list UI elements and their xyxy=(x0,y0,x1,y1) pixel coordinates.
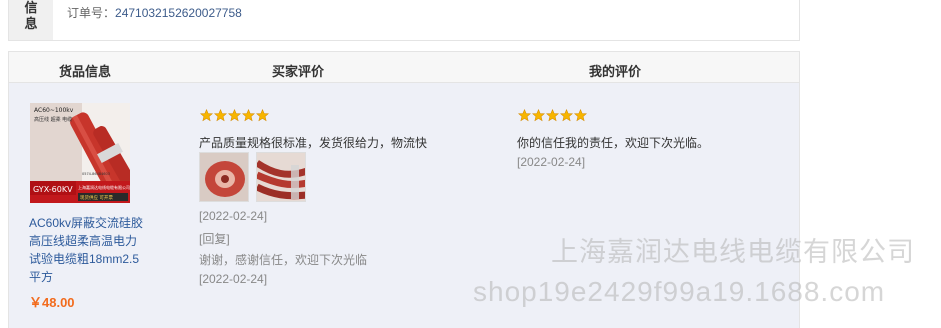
review-table-header: 货品信息 买家评价 我的评价 xyxy=(9,52,799,83)
buyer-review-photo[interactable] xyxy=(199,152,249,202)
star-icon xyxy=(228,109,241,122)
order-info-label: 信 息 xyxy=(9,0,53,40)
order-number-label: 订单号： xyxy=(67,6,116,20)
my-rating-stars xyxy=(518,109,587,122)
thumb-phone: 0574-86484603 xyxy=(82,172,110,176)
star-icon xyxy=(532,109,545,122)
product-price: ￥48.00 xyxy=(29,295,75,310)
star-icon xyxy=(560,109,573,122)
buyer-review-text: 产品质量规格很标准，发货很给力，物流快 xyxy=(199,136,428,150)
star-icon xyxy=(200,109,213,122)
my-review-text: 你的信任我的责任，欢迎下次光临。 xyxy=(517,136,710,150)
reply-button[interactable]: [回复] xyxy=(199,230,230,247)
review-table: 货品信息 买家评价 我的评价 AC60~100kv 高压线 超柔 电缆 0574… xyxy=(8,51,800,328)
order-info-bar: 信 息 订单号：2471032152620027758 xyxy=(8,0,800,41)
buyer-rating-stars xyxy=(200,109,269,122)
my-review-date: [2022-02-24] xyxy=(517,155,586,169)
seller-reply-date: [2022-02-24] xyxy=(199,272,268,286)
header-buyer-review: 买家评价 xyxy=(272,64,325,79)
seller-reply-text: 谢谢，感谢信任，欢迎下次光临 xyxy=(199,253,368,267)
product-thumbnail[interactable]: AC60~100kv 高压线 超柔 电缆 0574-86484603 GYX-6… xyxy=(30,103,130,203)
header-product-info: 货品信息 xyxy=(59,64,112,79)
header-my-review: 我的评价 xyxy=(589,64,642,79)
buyer-review-date: [2022-02-24] xyxy=(199,209,268,223)
thumb-text-top: AC60~100kv xyxy=(34,107,74,114)
order-number: 订单号：2471032152620027758 xyxy=(67,4,242,21)
buyer-review-photo[interactable] xyxy=(256,152,306,202)
order-info-label-line2: 息 xyxy=(24,16,38,31)
star-icon xyxy=(546,109,559,122)
star-icon xyxy=(574,109,587,122)
thumb-text-sub: 高压线 超柔 电缆 xyxy=(34,116,72,123)
order-info-label-line1: 信 xyxy=(24,0,38,15)
thumb-badge: 现货供应 可开票 xyxy=(80,194,113,201)
order-number-value[interactable]: 2471032152620027758 xyxy=(115,6,242,20)
star-icon xyxy=(214,109,227,122)
product-title-link[interactable]: AC60kv屏蔽交流硅胶高压线超柔高温电力试验电缆粗18mm2.5平方 xyxy=(29,214,147,286)
star-icon xyxy=(518,109,531,122)
thumb-model: GYX-60KV xyxy=(33,185,73,194)
star-icon xyxy=(256,109,269,122)
star-icon xyxy=(242,109,255,122)
thumb-company: 上海嘉润达电线电缆有限公司 xyxy=(78,184,130,190)
